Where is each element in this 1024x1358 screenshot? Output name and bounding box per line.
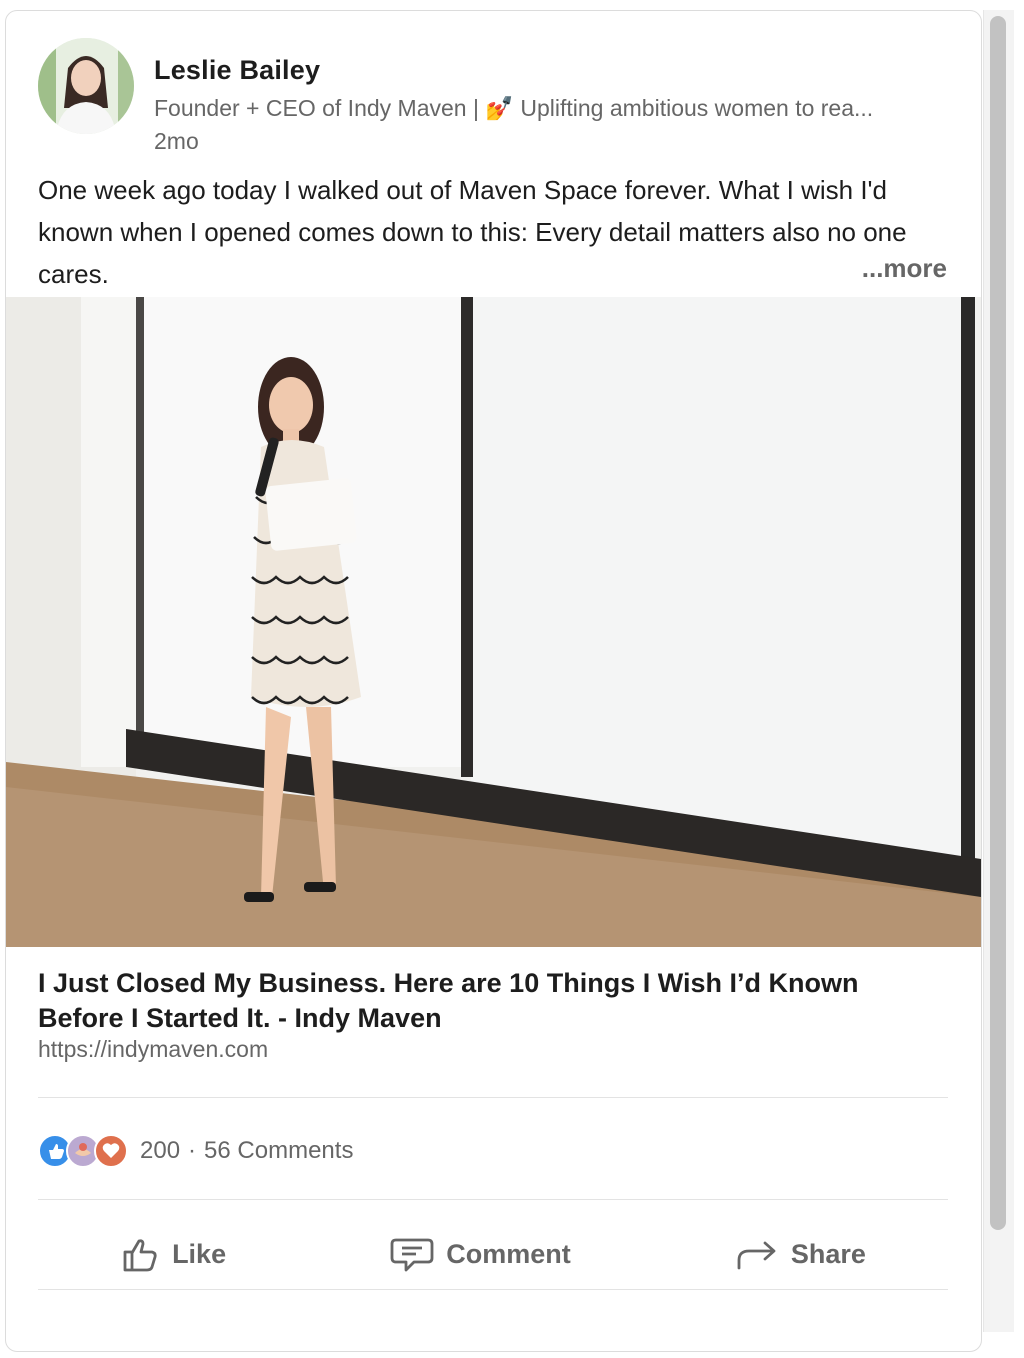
post-time: 2mo [154, 128, 199, 154]
author-name[interactable]: Leslie Bailey [154, 55, 320, 86]
comment-label: Comment [446, 1238, 571, 1269]
like-label: Like [172, 1238, 227, 1269]
feed-post-card: Leslie Bailey Founder + CEO of Indy Mave… [5, 10, 982, 1352]
action-bar: Like Comment Share [38, 1211, 948, 1297]
love-icon [94, 1134, 128, 1168]
divider [38, 1097, 948, 1098]
thumbs-up-icon [123, 1239, 157, 1272]
scrollbar-thumb[interactable] [990, 16, 1006, 1230]
comment-icon [390, 1238, 434, 1272]
author-avatar[interactable] [38, 38, 134, 134]
reaction-count[interactable]: 200 [140, 1137, 180, 1165]
link-preview-url[interactable]: https://indymaven.com [38, 1036, 268, 1063]
avatar-photo [38, 38, 134, 134]
speaker-photo [6, 297, 981, 947]
link-preview-title[interactable]: I Just Closed My Business. Here are 10 T… [38, 966, 938, 1036]
divider [38, 1199, 948, 1200]
share-button[interactable]: Share [735, 1234, 866, 1274]
share-arrow-icon [737, 1241, 776, 1270]
link-preview-image[interactable] [6, 297, 981, 947]
comments-count[interactable]: 56 Comments [204, 1137, 353, 1165]
divider [38, 1289, 948, 1290]
see-more-button[interactable]: ...more [862, 253, 947, 284]
separator-dot: · [188, 1137, 197, 1164]
author-headline: Founder + CEO of Indy Maven | 💅 Upliftin… [154, 95, 874, 121]
comment-button[interactable]: Comment [390, 1234, 571, 1274]
like-button[interactable]: Like [120, 1234, 226, 1274]
social-counts[interactable]: 200 · 56 Comments [38, 1134, 353, 1168]
scrollbar[interactable] [983, 10, 1014, 1332]
post-body-text: One week ago today I walked out of Maven… [38, 175, 907, 289]
post-header: Leslie Bailey Founder + CEO of Indy Mave… [38, 38, 958, 154]
share-label: Share [790, 1238, 866, 1269]
